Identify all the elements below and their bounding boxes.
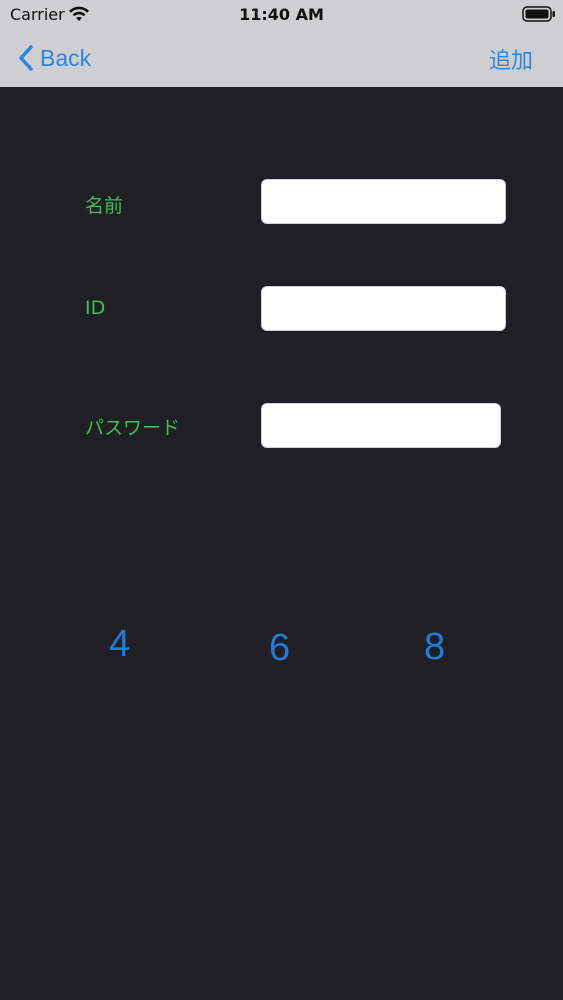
password-label: パスワード [85,417,181,439]
number-label-8: 8 [424,626,446,668]
name-label: 名前 [85,195,124,217]
password-input[interactable] [261,403,501,448]
status-bar: Carrier 11:40 AM [0,0,563,30]
name-input[interactable] [261,179,506,224]
navigation-bar: Back 追加 [0,30,563,87]
top-bar: Carrier 11:40 AM Back 追加 [0,0,563,87]
battery-icon [522,6,555,22]
clock: 11:40 AM [239,5,324,24]
add-button[interactable]: 追加 [489,43,533,75]
back-label: Back [40,44,92,71]
number-label-4: 4 [109,623,131,665]
id-input[interactable] [261,286,506,331]
id-label: ID [85,297,106,319]
number-label-6: 6 [269,627,291,669]
chevron-left-icon [19,45,33,71]
back-button[interactable]: Back [16,42,91,74]
